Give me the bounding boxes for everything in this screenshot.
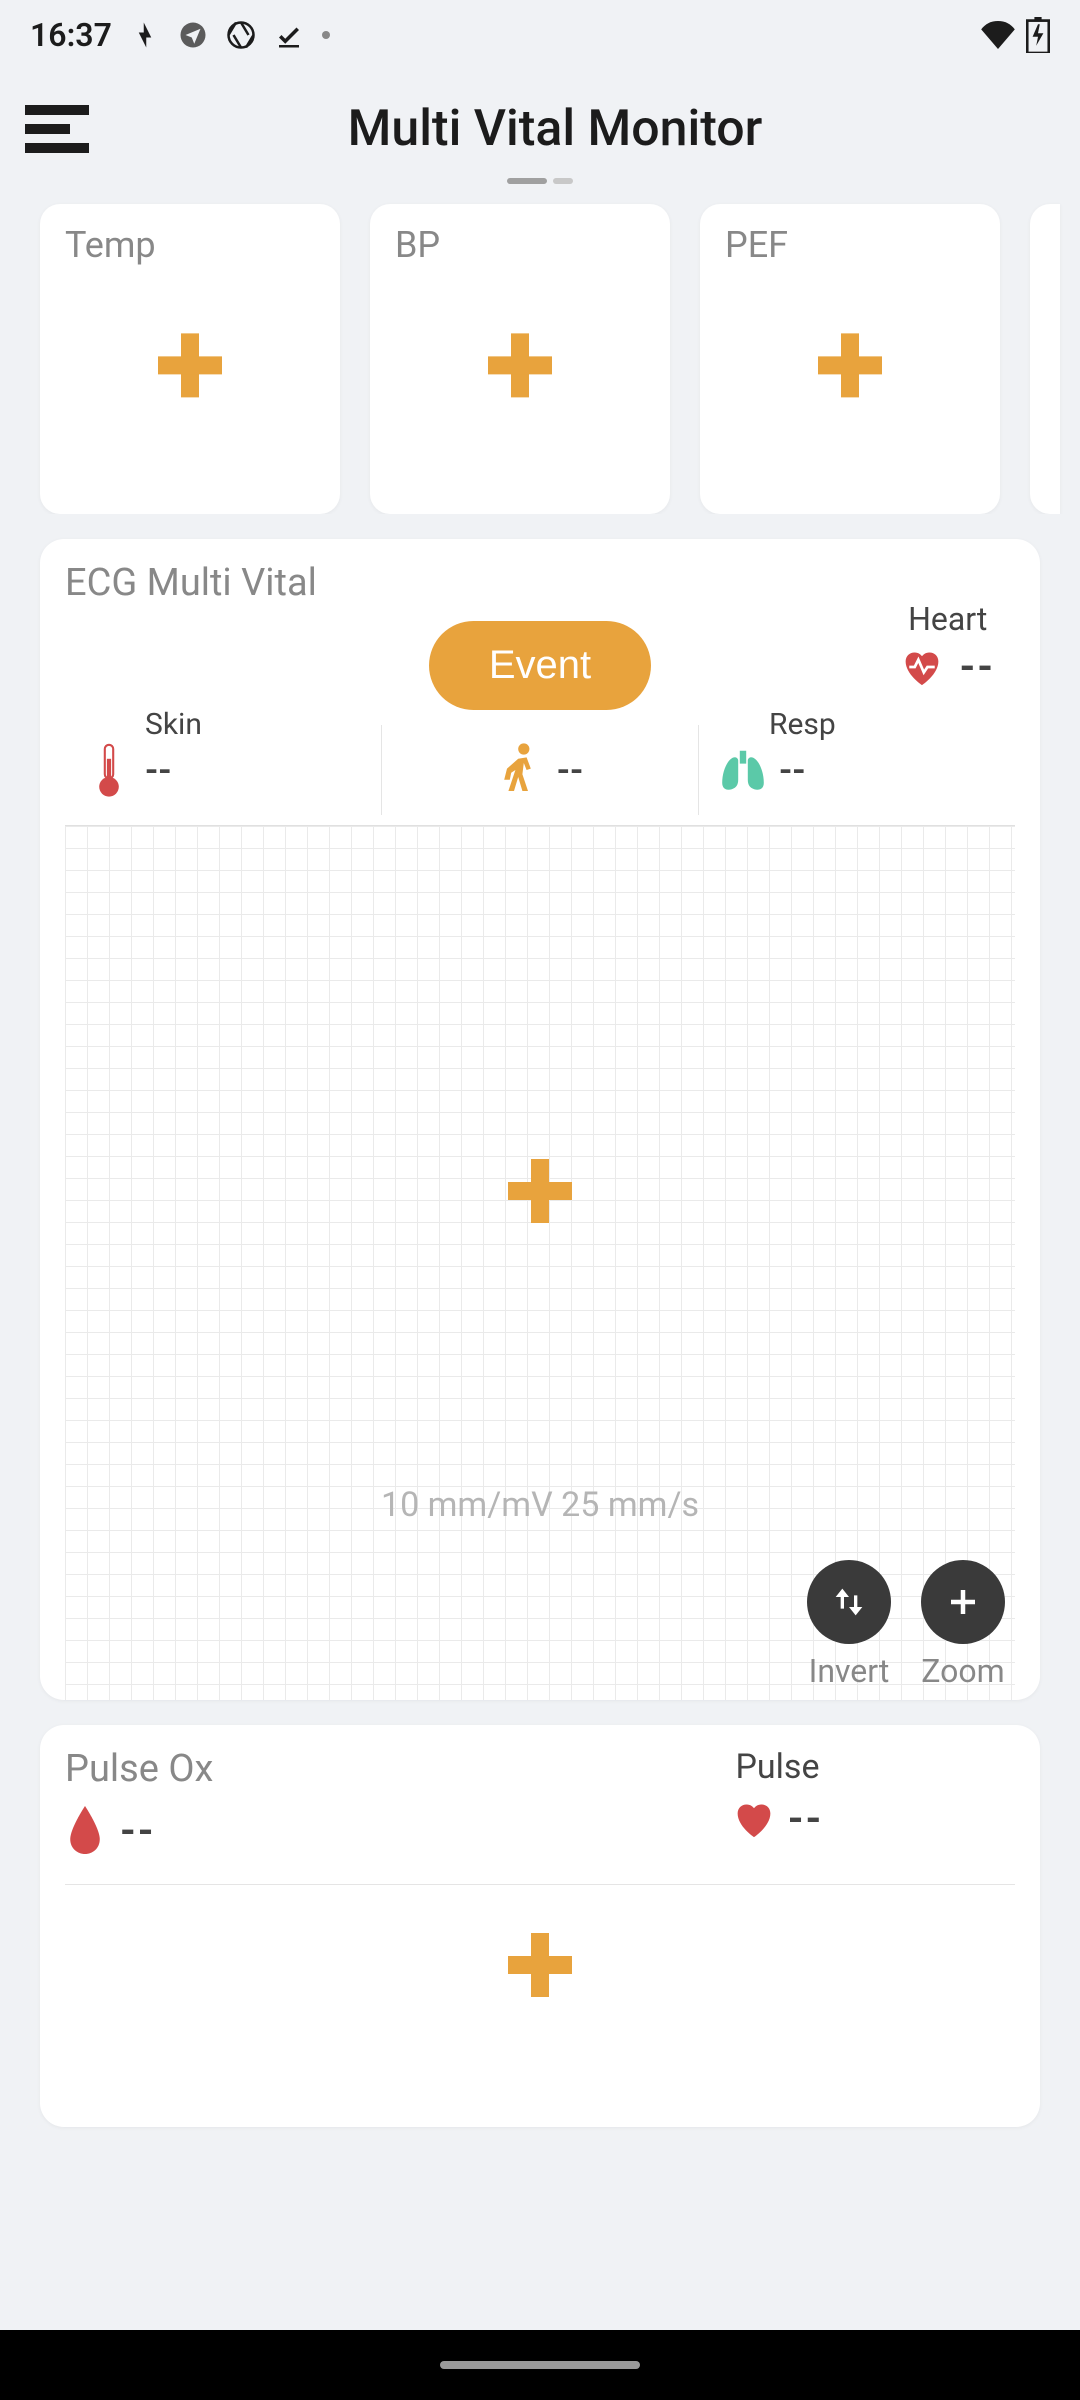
zoom-label: Zoom — [921, 1652, 1004, 1690]
blood-drop-icon — [65, 1806, 105, 1854]
resp-value: -- — [779, 749, 805, 791]
ecg-metrics-row: Skin -- -- Resp -- — [65, 725, 1015, 815]
pulseox-pulse: Pulse -- — [540, 1747, 1015, 1842]
ecg-chart-area: 10 mm/mV 25 mm/s Invert Zoom — [65, 825, 1015, 1700]
skin-label: Skin — [145, 707, 202, 742]
walking-icon — [497, 742, 545, 798]
invert-button[interactable] — [807, 1560, 891, 1644]
vital-cards-row: Temp BP PEF — [0, 194, 1080, 514]
add-bp-button[interactable] — [480, 325, 560, 409]
temp-card[interactable]: Temp — [40, 204, 340, 514]
ecg-title: ECG Multi Vital — [65, 561, 1015, 605]
status-clock: 16:37 — [30, 16, 112, 54]
invert-icon — [829, 1582, 869, 1622]
skin-value: -- — [145, 749, 171, 791]
heart-rate-icon — [900, 647, 944, 687]
ecg-scale-label: 10 mm/mV 25 mm/s — [381, 1485, 699, 1525]
invert-control: Invert — [807, 1560, 891, 1690]
add-pef-button[interactable] — [810, 325, 890, 409]
home-indicator[interactable] — [440, 2361, 640, 2369]
pulseox-title: Pulse Ox — [65, 1747, 540, 1791]
page-title: Multi Vital Monitor — [55, 100, 1055, 158]
send-icon — [178, 20, 208, 50]
heart-metric: Heart -- — [900, 600, 995, 690]
plus-icon — [150, 325, 230, 405]
pulseox-spo2: Pulse Ox -- — [65, 1747, 540, 1854]
pef-card[interactable]: PEF — [700, 204, 1000, 514]
invert-label: Invert — [809, 1652, 890, 1690]
pef-label: PEF — [725, 224, 975, 266]
plus-icon — [500, 1151, 580, 1231]
plus-icon — [500, 1925, 580, 2005]
status-bar: 16:37 — [0, 0, 1080, 70]
battery-icon — [1026, 17, 1050, 53]
add-ecg-button[interactable] — [500, 1151, 580, 1235]
heart-label: Heart — [908, 600, 987, 638]
spo2-value: -- — [120, 1807, 156, 1854]
temp-label: Temp — [65, 224, 315, 266]
event-button[interactable]: Event — [429, 621, 651, 710]
ecg-card: ECG Multi Vital Event Heart -- Skin -- -… — [40, 539, 1040, 1700]
charging-icon — [130, 20, 160, 50]
page-indicator — [0, 178, 1080, 184]
resp-label: Resp — [769, 707, 836, 742]
walk-value: -- — [557, 749, 583, 791]
heart-value: -- — [959, 643, 995, 690]
skin-metric: Skin -- — [65, 725, 382, 815]
next-card-peek[interactable] — [1030, 204, 1060, 514]
pulse-label: Pulse — [735, 1747, 819, 1787]
app-header: Multi Vital Monitor — [0, 70, 1080, 178]
status-dot-icon — [322, 31, 330, 39]
zoom-control: Zoom — [921, 1560, 1005, 1690]
wifi-icon — [980, 21, 1016, 49]
plus-icon — [480, 325, 560, 405]
aperture-icon — [226, 20, 256, 50]
walk-metric: -- — [382, 725, 699, 815]
pulse-value: -- — [788, 1795, 824, 1842]
add-pulseox-button[interactable] — [65, 1885, 1015, 2105]
pulseox-card: Pulse Ox -- Pulse -- — [40, 1725, 1040, 2127]
add-temp-button[interactable] — [150, 325, 230, 409]
plus-icon — [810, 325, 890, 405]
resp-metric: Resp -- — [699, 725, 1015, 815]
nav-bar — [0, 2330, 1080, 2400]
zoom-plus-icon — [945, 1584, 981, 1620]
check-icon — [274, 20, 304, 50]
heart-icon — [732, 1799, 776, 1839]
bp-card[interactable]: BP — [370, 204, 670, 514]
zoom-button[interactable] — [921, 1560, 1005, 1644]
lungs-icon — [719, 742, 767, 798]
bp-label: BP — [395, 224, 645, 266]
thermometer-icon — [85, 742, 133, 798]
